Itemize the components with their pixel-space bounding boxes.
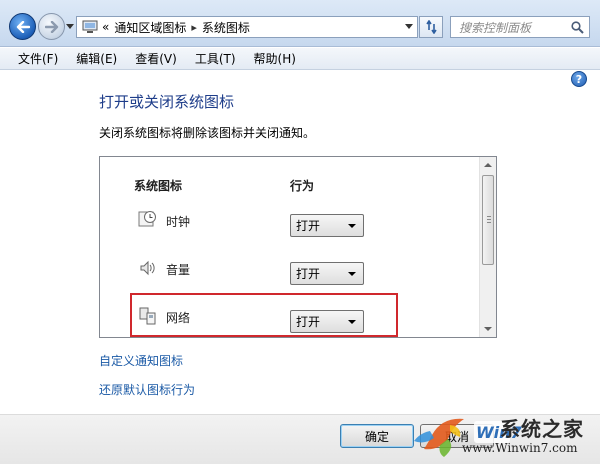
menu-view[interactable]: 查看(V) <box>135 50 177 67</box>
breadcrumb-item-notification-area-icons[interactable]: 通知区域图标 <box>114 19 186 36</box>
breadcrumb-separator[interactable]: ▸ <box>191 21 197 34</box>
watermark-title: 系统之家 <box>500 417 584 441</box>
scrollbar-thumb[interactable] <box>482 175 494 265</box>
control-panel-icon <box>82 20 98 33</box>
list-scrollbar[interactable] <box>479 157 496 337</box>
volume-behavior-value: 打开 <box>296 267 321 281</box>
row-label-clock: 时钟 <box>166 215 191 229</box>
ok-button[interactable]: 确定 <box>340 424 414 448</box>
recent-pages-dropdown-icon[interactable] <box>66 24 74 30</box>
menu-help[interactable]: 帮助(H) <box>254 50 296 67</box>
help-icon: ? <box>575 72 583 86</box>
column-header-system-icon: 系统图标 <box>134 179 183 193</box>
watermark-url: www.Winwin7.com <box>462 441 578 455</box>
menu-tools[interactable]: 工具(T) <box>195 50 236 67</box>
page-description: 关闭系统图标将删除该图标并关闭通知。 <box>99 126 316 140</box>
search-icon[interactable] <box>571 20 584 34</box>
breadcrumb-overflow[interactable]: « <box>102 20 109 34</box>
arrow-right-icon <box>44 20 58 33</box>
volume-behavior-select[interactable]: 打开 <box>290 262 364 285</box>
menu-file[interactable]: 文件(F) <box>18 50 58 67</box>
breadcrumb: « 通知区域图标 ▸ 系统图标 <box>102 19 250 36</box>
help-button[interactable]: ? <box>571 71 587 87</box>
chevron-down-icon <box>348 272 356 276</box>
search-input[interactable]: 搜索控制面板 <box>459 19 571 36</box>
address-toolbar: « 通知区域图标 ▸ 系统图标 搜索控制面板 <box>0 0 600 47</box>
volume-icon <box>140 260 155 276</box>
menu-edit[interactable]: 编辑(E) <box>76 50 117 67</box>
page-title: 打开或关闭系统图标 <box>99 93 235 111</box>
forward-button[interactable] <box>38 13 65 40</box>
column-header-behavior: 行为 <box>290 179 315 193</box>
clock-behavior-value: 打开 <box>296 219 321 233</box>
scroll-down-icon[interactable] <box>484 327 492 331</box>
address-dropdown-icon[interactable] <box>405 24 413 30</box>
clock-behavior-select[interactable]: 打开 <box>290 214 364 237</box>
address-field[interactable]: « 通知区域图标 ▸ 系统图标 <box>76 16 418 38</box>
row-label-volume: 音量 <box>166 263 191 277</box>
customize-notification-icons-link[interactable]: 自定义通知图标 <box>99 352 183 369</box>
grip-icon <box>487 216 491 224</box>
chevron-down-icon <box>348 224 356 228</box>
scroll-up-icon[interactable] <box>484 163 492 167</box>
network-row-highlight <box>130 293 398 337</box>
restore-default-behaviors-link[interactable]: 还原默认图标行为 <box>99 381 195 398</box>
search-box[interactable]: 搜索控制面板 <box>450 16 590 38</box>
menu-bar: 文件(F) 编辑(E) 查看(V) 工具(T) 帮助(H) <box>0 48 600 70</box>
back-button[interactable] <box>9 13 36 40</box>
arrow-left-icon <box>16 20 30 33</box>
clock-icon <box>138 211 156 227</box>
refresh-button[interactable] <box>419 16 443 38</box>
refresh-icon <box>426 20 437 34</box>
breadcrumb-item-system-icons[interactable]: 系统图标 <box>202 19 250 36</box>
